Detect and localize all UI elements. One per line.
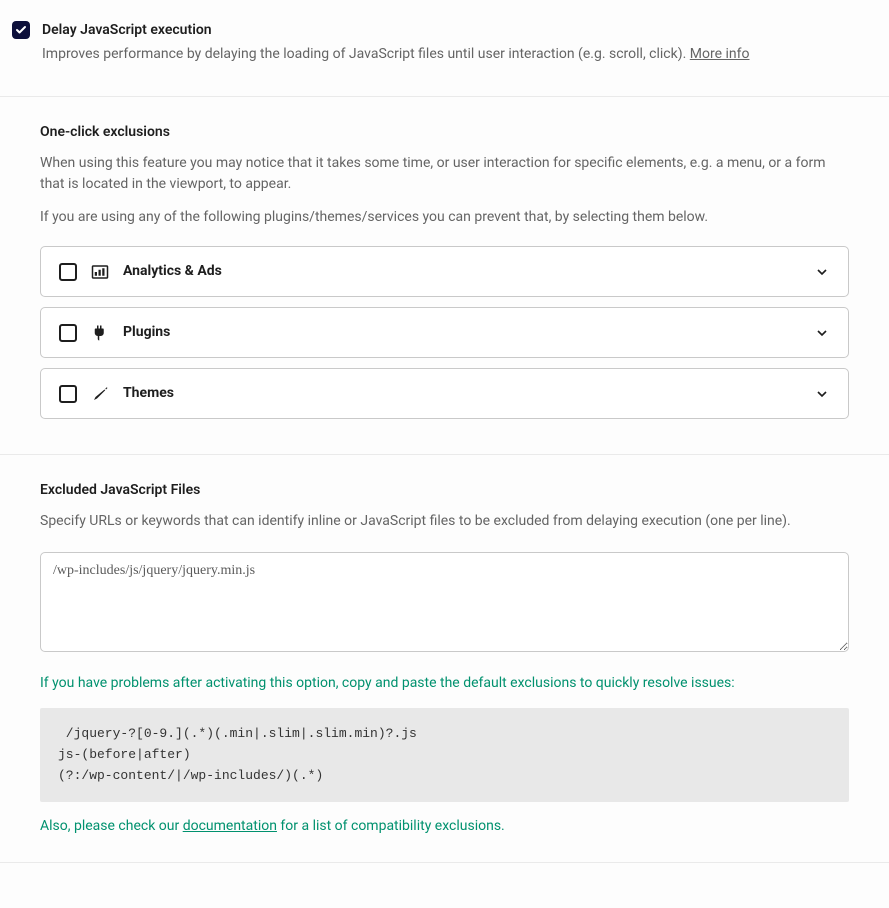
documentation-link[interactable]: documentation [183, 818, 277, 834]
excluded-js-help1: If you have problems after activating th… [40, 673, 849, 694]
accordion-label-analytics: Analytics & Ads [123, 261, 800, 282]
accordion-checkbox-analytics[interactable] [59, 263, 77, 281]
plugin-icon [91, 324, 109, 342]
analytics-icon [91, 263, 109, 281]
excluded-js-desc: Specify URLs or keywords that can identi… [40, 511, 849, 532]
excluded-js-textarea[interactable] [40, 552, 849, 652]
delay-js-checkbox[interactable] [12, 21, 30, 39]
more-info-link[interactable]: More info [690, 46, 750, 62]
one-click-exclusions-title: One-click exclusions [40, 122, 849, 143]
chevron-down-icon [814, 386, 830, 402]
accordion-plugins[interactable]: Plugins [40, 307, 849, 358]
excluded-js-help2: Also, please check our documentation for… [40, 816, 849, 837]
accordion-label-themes: Themes [123, 383, 800, 404]
accordion-analytics-ads[interactable]: Analytics & Ads [40, 246, 849, 297]
accordion-checkbox-plugins[interactable] [59, 324, 77, 342]
excluded-js-title: Excluded JavaScript Files [40, 480, 849, 501]
one-click-exclusions-desc2: If you are using any of the following pl… [40, 207, 849, 228]
accordion-checkbox-themes[interactable] [59, 385, 77, 403]
delay-js-title: Delay JavaScript execution [42, 20, 849, 41]
delay-js-description: Improves performance by delaying the loa… [42, 44, 849, 65]
accordion-themes[interactable]: Themes [40, 368, 849, 419]
default-exclusions-code: /jquery-?[0-9.](.*)(.min|.slim|.slim.min… [40, 708, 849, 802]
chevron-down-icon [814, 264, 830, 280]
one-click-exclusions-desc1: When using this feature you may notice t… [40, 153, 849, 195]
theme-icon [91, 385, 109, 403]
chevron-down-icon [814, 325, 830, 341]
accordion-label-plugins: Plugins [123, 322, 800, 343]
